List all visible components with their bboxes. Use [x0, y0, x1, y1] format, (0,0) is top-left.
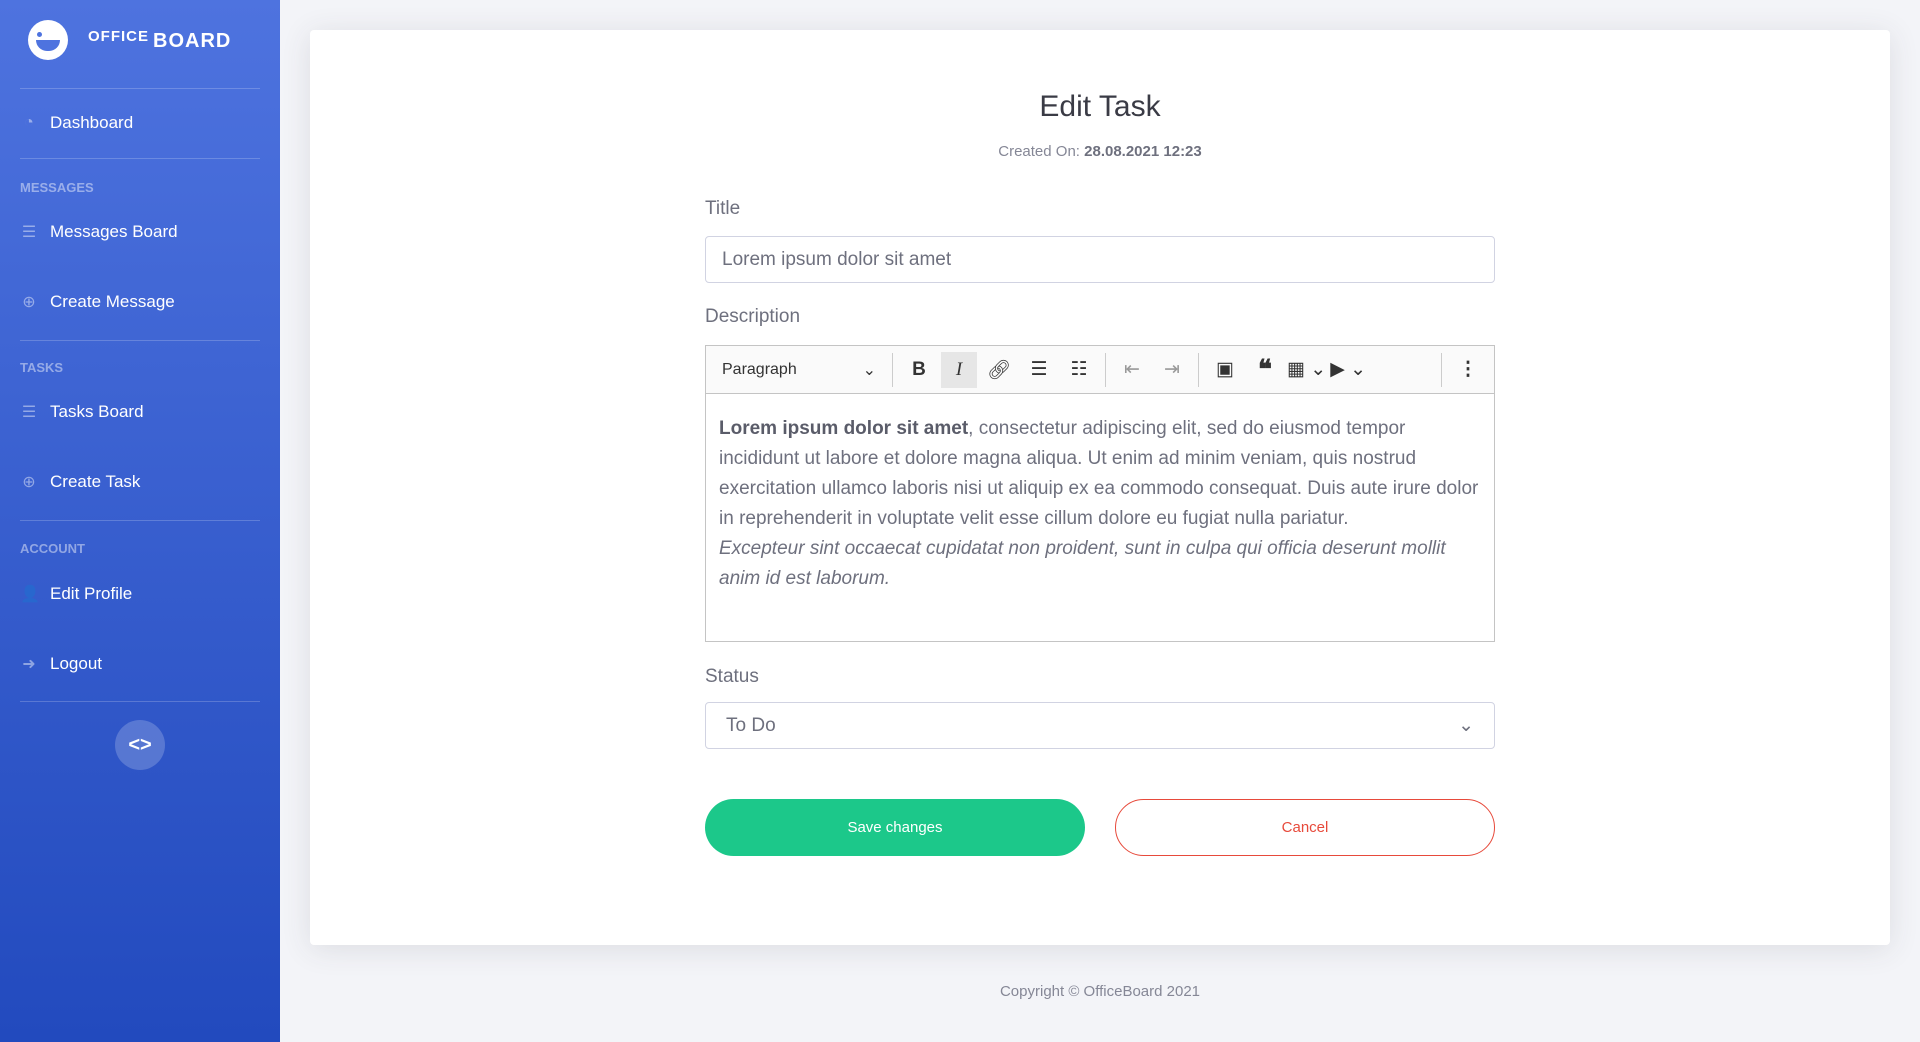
numbered-list-icon[interactable]: ☷ — [1061, 352, 1097, 388]
image-icon[interactable]: ▣ — [1207, 352, 1243, 388]
sidebar-item-label: Create Message — [50, 292, 175, 311]
brand-logo[interactable]: OFFICE BOARD — [28, 20, 231, 60]
indent-icon[interactable]: ⇥ — [1154, 352, 1190, 388]
section-heading: ACCOUNT — [20, 541, 85, 556]
section-heading: TASKS — [20, 360, 64, 375]
sidebar-toggle-button[interactable]: <> — [115, 720, 165, 770]
divider — [20, 520, 260, 521]
status-label: Status — [705, 666, 759, 687]
title-input[interactable]: Lorem ipsum dolor sit amet — [705, 236, 1495, 283]
format-value: Paragraph — [722, 360, 797, 378]
brand-word2: BOARD — [153, 29, 232, 52]
list-icon: ☰ — [21, 224, 37, 241]
link-icon[interactable]: 🔗︎ — [981, 352, 1017, 388]
sidebar-item-edit-profile[interactable]: 👤 Edit Profile — [20, 584, 132, 604]
bulleted-list-icon[interactable]: ☰ — [1021, 352, 1057, 388]
sidebar-item-messages-board[interactable]: ☰ Messages Board — [20, 222, 178, 242]
divider — [20, 158, 260, 159]
description-label: Description — [705, 306, 801, 327]
sidebar: OFFICE BOARD ◔ Dashboard MESSAGES ☰ Message… — [0, 0, 280, 1042]
created-label: Created On: — [998, 143, 1080, 160]
media-icon[interactable]: ▶ ⌄ — [1330, 352, 1366, 388]
page-title: Edit Task — [1039, 90, 1161, 123]
sidebar-item-label: Dashboard — [50, 113, 134, 132]
logo-icon — [28, 20, 68, 60]
sidebar-item-label: Messages Board — [50, 222, 178, 241]
footer-copyright: Copyright © OfficeBoard 2021 — [999, 983, 1201, 1000]
gauge-icon: ◔ — [24, 114, 34, 131]
sidebar-item-label: Tasks Board — [50, 402, 144, 421]
cancel-button[interactable]: Cancel — [1115, 799, 1495, 856]
status-select[interactable]: To Do ⌄ — [705, 702, 1495, 749]
sidebar-item-label: Edit Profile — [50, 584, 133, 603]
plus-circle-icon: ⊕ — [22, 294, 36, 311]
section-heading: MESSAGES — [20, 180, 94, 195]
italic-icon[interactable]: I — [941, 351, 977, 388]
bold-text: Lorem ipsum dolor sit amet — [719, 418, 969, 439]
table-icon[interactable]: ▦ ⌄ — [1287, 352, 1326, 388]
sidebar-item-logout[interactable]: ➜ Logout — [20, 654, 102, 674]
editor-toolbar: Paragraph ⌄ B I 🔗︎ ☰ ☷ ⇤ ⇥ ▣ ❝ ▦ ⌄ ▶ ⌄ ⋮ — [706, 346, 1494, 394]
chevron-down-icon: ⌄ — [1458, 715, 1474, 736]
plus-circle-icon: ⊕ — [22, 474, 36, 491]
created-value: 28.08.2021 12:23 — [1084, 143, 1202, 160]
bold-icon[interactable]: B — [901, 352, 937, 388]
more-options-icon[interactable]: ⋮ — [1450, 352, 1486, 388]
user-edit-icon: 👤 — [20, 586, 40, 603]
brand-word1: OFFICE — [88, 27, 149, 45]
editor-content[interactable]: Lorem ipsum dolor sit amet, consectetur … — [706, 394, 1494, 614]
chevron-down-icon: ⌄ — [862, 361, 876, 379]
tasks-icon: ☰ — [21, 404, 37, 421]
outdent-icon[interactable]: ⇤ — [1114, 352, 1150, 388]
sidebar-item-dashboard[interactable]: ◔ Dashboard — [20, 113, 133, 133]
divider — [20, 701, 260, 702]
status-value: To Do — [726, 714, 776, 736]
divider — [20, 88, 260, 89]
save-button[interactable]: Save changes — [705, 799, 1085, 856]
sign-out-icon: ➜ — [22, 656, 36, 673]
edit-task-card: Edit Task Created On: 28.08.2021 12:23 T… — [310, 30, 1890, 945]
sidebar-item-create-task[interactable]: ⊕ Create Task — [20, 472, 140, 492]
sidebar-item-label: Logout — [50, 654, 102, 673]
sidebar-item-create-message[interactable]: ⊕ Create Message — [20, 292, 175, 312]
sidebar-item-tasks-board[interactable]: ☰ Tasks Board — [20, 402, 144, 422]
title-label: Title — [705, 198, 741, 219]
paragraph-format-dropdown[interactable]: Paragraph ⌄ — [714, 352, 884, 388]
sidebar-item-label: Create Task — [50, 472, 141, 491]
description-editor: Paragraph ⌄ B I 🔗︎ ☰ ☷ ⇤ ⇥ ▣ ❝ ▦ ⌄ ▶ ⌄ ⋮ … — [705, 345, 1495, 642]
created-on: Created On: 28.08.2021 12:23 — [310, 143, 1890, 160]
divider — [20, 340, 260, 341]
blockquote-icon[interactable]: ❝ — [1247, 352, 1283, 388]
italic-text: Excepteur sint occaecat cupidatat non pr… — [719, 538, 1446, 589]
